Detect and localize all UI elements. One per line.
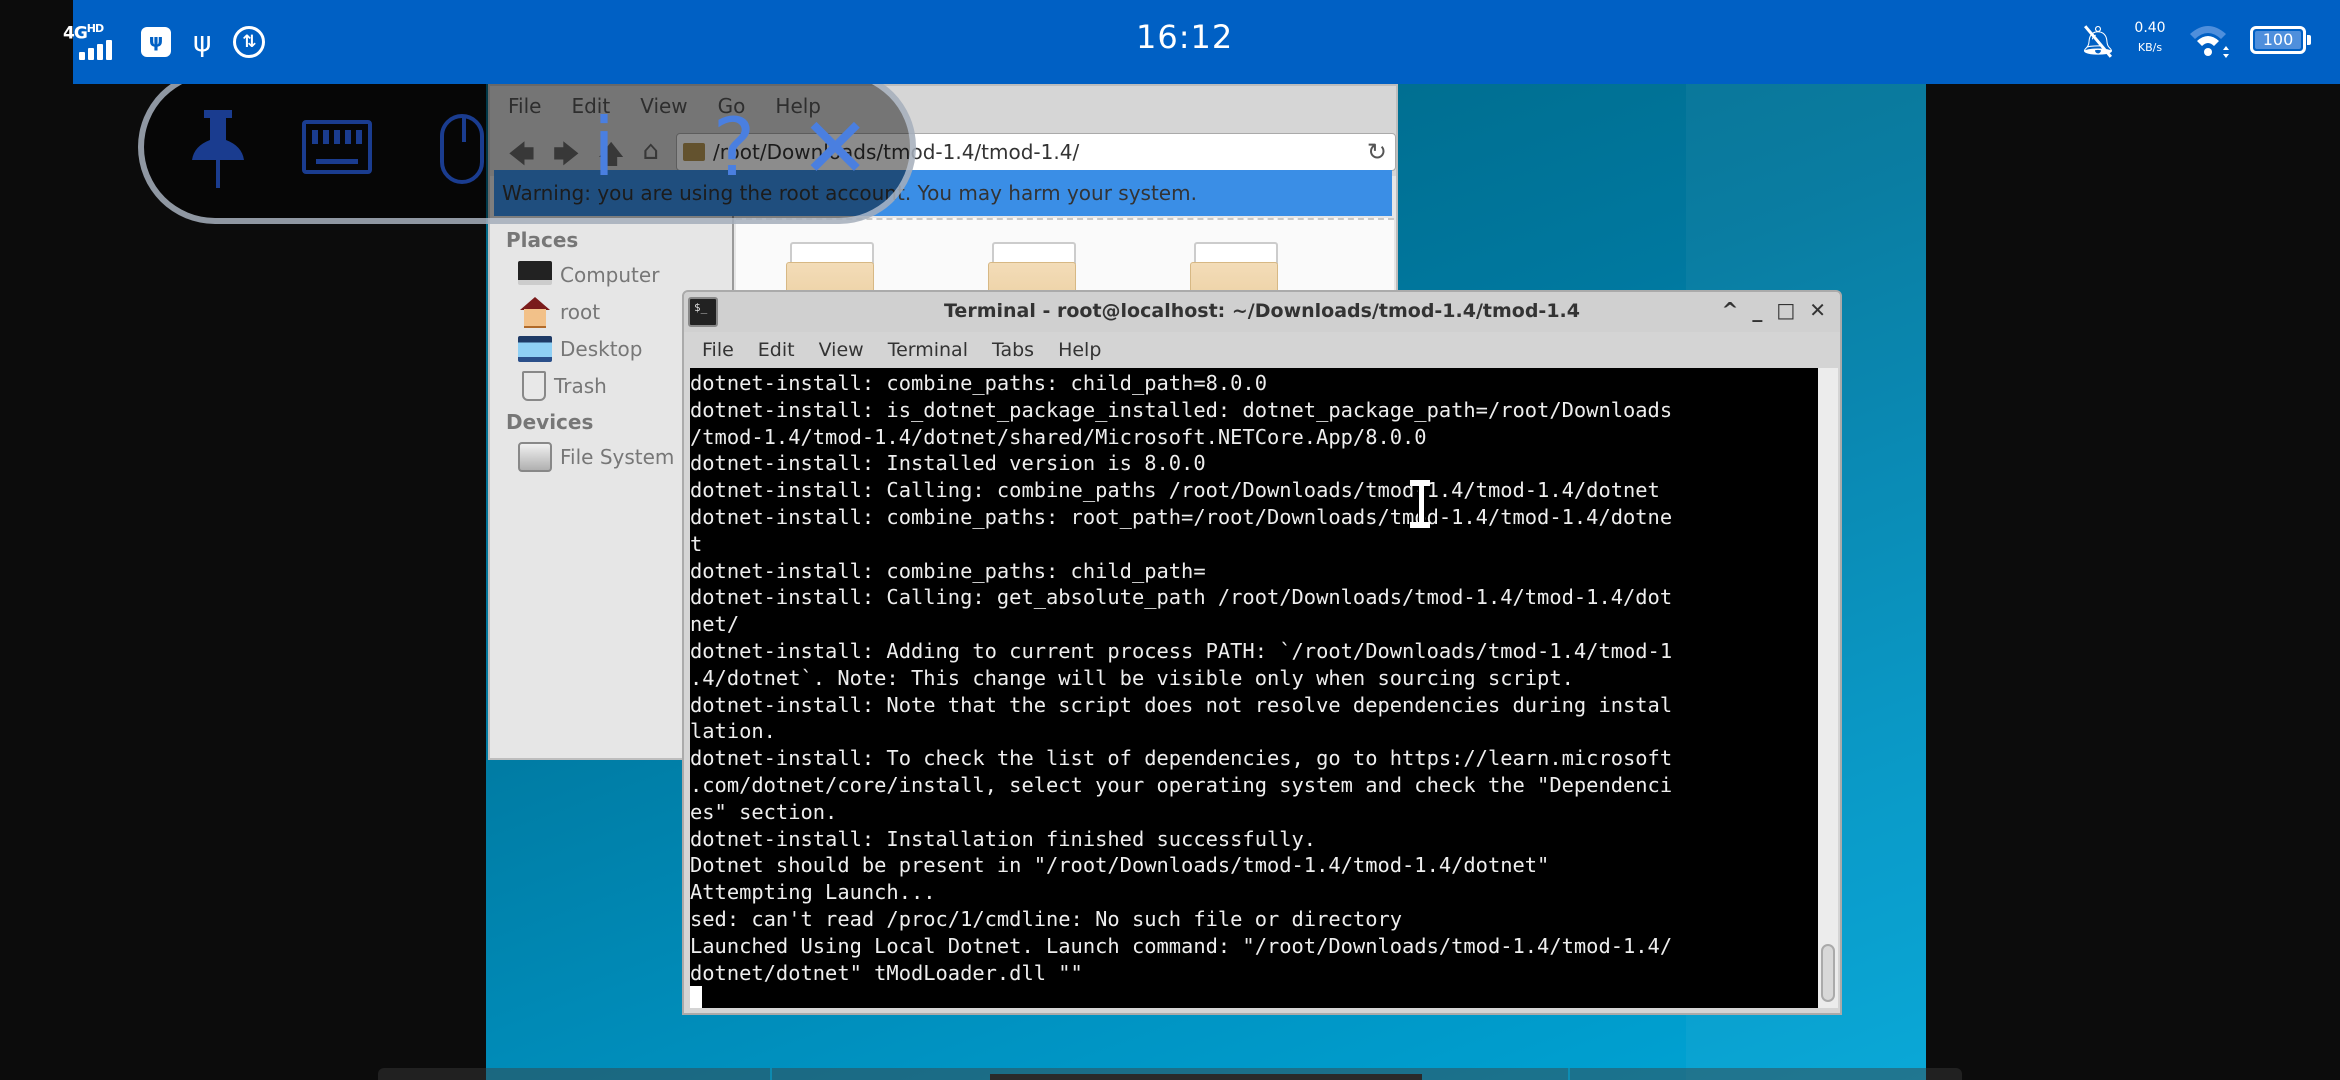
info-button[interactable]: i: [584, 106, 624, 190]
terminal-menubar: File Edit View Terminal Tabs Help: [684, 332, 1840, 368]
task-segment[interactable]: [378, 1068, 772, 1080]
folder-icon-tab: [992, 242, 1076, 264]
home-folder-icon: [518, 296, 552, 328]
network-sub: HD: [86, 22, 104, 35]
terminal-prompt-line: [690, 986, 1820, 1008]
vnc-overlay-toolbar: i ? ✕: [138, 70, 916, 224]
close-button[interactable]: ✕: [1809, 298, 1826, 322]
terminal-title: Terminal - root@localhost: ~/Downloads/t…: [944, 300, 1580, 322]
term-menu-edit[interactable]: Edit: [758, 339, 795, 361]
mouse-button[interactable]: [440, 106, 484, 190]
terminal-window[interactable]: $_ Terminal - root@localhost: ~/Download…: [682, 290, 1842, 1015]
cellular-signal-icon: 4GHD: [63, 22, 119, 60]
minimize-button[interactable]: _: [1752, 298, 1762, 322]
term-menu-view[interactable]: View: [819, 339, 864, 361]
usb-settings-icon: ψ: [141, 27, 171, 57]
close-overlay-button[interactable]: ✕: [800, 106, 870, 190]
terminal-cursor: [690, 986, 702, 1008]
desktop-icon: [518, 335, 552, 362]
harddisk-icon: [518, 441, 552, 472]
folder-icon-tab: [1194, 242, 1278, 264]
gesture-handle[interactable]: [990, 1074, 1422, 1080]
data-saver-icon: ⇅: [233, 26, 266, 58]
terminal-line: es" section.: [690, 799, 838, 824]
sidebar-item-label: root: [560, 299, 601, 324]
terminal-scrollbar[interactable]: [1818, 368, 1838, 1008]
wifi-icon: [2190, 26, 2229, 58]
folder-icon-tab: [790, 242, 874, 264]
network-speed: 0.40 KB/s: [2130, 18, 2170, 58]
terminal-line: dotnet-install: is_dotnet_package_instal…: [690, 397, 1673, 422]
terminal-line: /tmod-1.4/tmod-1.4/dotnet/shared/Microso…: [690, 424, 1427, 449]
speed-value: 0.40: [2134, 20, 2166, 36]
android-status-bar: 4GHD ψ ψ ⇅ 16:12 🔔︎ 0.40 KB/s 100: [63, 0, 2340, 84]
maximize-button[interactable]: □: [1776, 298, 1795, 322]
term-menu-terminal[interactable]: Terminal: [888, 339, 968, 361]
sidebar-item-label: File System: [560, 444, 675, 469]
terminal-line: sed: can't read /proc/1/cmdline: No such…: [690, 906, 1403, 931]
terminal-line: dotnet-install: combine_paths: child_pat…: [690, 558, 1206, 583]
pin-button[interactable]: [188, 106, 248, 190]
keyboard-icon: [302, 120, 372, 174]
terminal-titlebar[interactable]: $_ Terminal - root@localhost: ~/Download…: [684, 292, 1840, 332]
sidebar-item-label: Desktop: [560, 336, 643, 361]
reload-icon[interactable]: ↻: [1367, 138, 1387, 166]
sidebar-item-label: Trash: [554, 373, 607, 398]
term-menu-tabs[interactable]: Tabs: [992, 339, 1034, 361]
terminal-output[interactable]: dotnet-install: combine_paths: child_pat…: [690, 368, 1820, 1008]
terminal-line: dotnet-install: combine_paths: root_path…: [690, 504, 1673, 529]
sidebar-item-label: Computer: [560, 262, 660, 287]
notifications-off-icon: 🔔︎: [2080, 24, 2116, 57]
terminal-line: lation.: [690, 719, 776, 744]
sidebar-item-computer[interactable]: Computer: [494, 256, 732, 293]
keyboard-button[interactable]: [298, 106, 374, 190]
trash-icon: [522, 370, 546, 401]
speed-unit: KB/s: [2137, 41, 2163, 54]
bottom-task-strip: [378, 1068, 1962, 1080]
shade-button[interactable]: ^: [1722, 298, 1739, 322]
battery-icon: 100: [2250, 26, 2311, 54]
terminal-line: dotnet-install: Adding to current proces…: [690, 638, 1673, 663]
terminal-line: dotnet/dotnet" tModLoader.dll "": [690, 960, 1083, 985]
terminal-line: Launched Using Local Dotnet. Launch comm…: [690, 933, 1673, 958]
pin-icon: [192, 110, 244, 188]
terminal-line: Dotnet should be present in "/root/Downl…: [690, 853, 1550, 878]
terminal-line: Attempting Launch...: [690, 880, 936, 905]
text-cursor-icon: [1408, 480, 1432, 528]
usb-icon: ψ: [193, 25, 212, 58]
terminal-line: dotnet-install: combine_paths: child_pat…: [690, 371, 1267, 395]
terminal-line: dotnet-install: Calling: combine_paths /…: [690, 478, 1660, 503]
mouse-icon: [440, 114, 484, 184]
terminal-line: dotnet-install: Installed version is 8.0…: [690, 451, 1206, 476]
term-menu-help[interactable]: Help: [1058, 339, 1101, 361]
terminal-line: .com/dotnet/core/install, select your op…: [690, 772, 1673, 797]
terminal-line: dotnet-install: Installation finished su…: [690, 826, 1317, 851]
scrollbar-thumb[interactable]: [1821, 944, 1835, 1002]
help-button[interactable]: ?: [704, 106, 764, 190]
terminal-line: dotnet-install: Calling: get_absolute_pa…: [690, 585, 1673, 610]
terminal-line: net/: [690, 612, 740, 637]
terminal-line: dotnet-install: Note that the script doe…: [690, 692, 1673, 717]
terminal-line: dotnet-install: To check the list of dep…: [690, 746, 1673, 771]
computer-icon: [518, 260, 552, 285]
clock: 16:12: [1136, 18, 1234, 56]
places-header: Places: [506, 228, 579, 252]
terminal-line: t: [690, 531, 703, 556]
terminal-line: .4/dotnet`. Note: This change will be vi…: [690, 665, 1574, 690]
term-menu-file[interactable]: File: [702, 339, 734, 361]
battery-level: 100: [2255, 31, 2301, 49]
